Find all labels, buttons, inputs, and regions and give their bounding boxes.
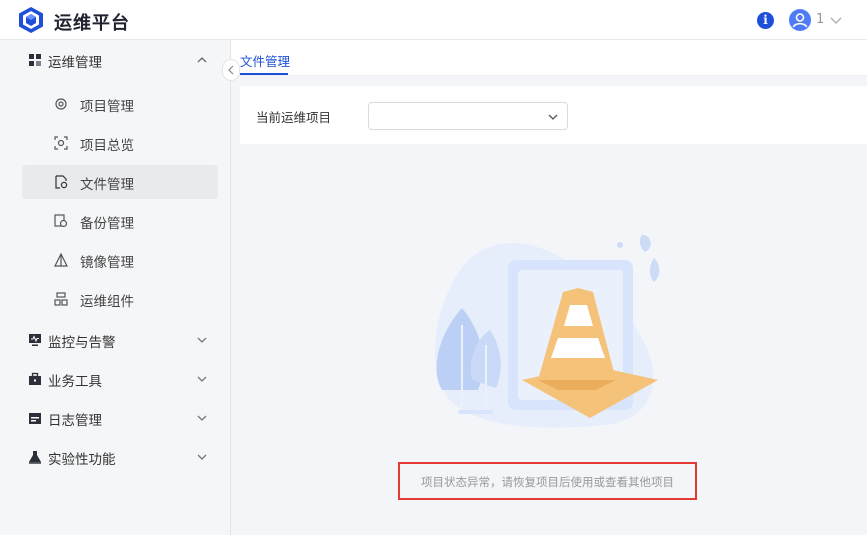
chevron-down-icon: [197, 415, 207, 421]
sidebar-group-label: 运维管理: [48, 55, 102, 71]
chevron-down-icon: [197, 337, 207, 343]
sidebar-item-label: 运维组件: [80, 294, 134, 310]
empty-state-message-box: 项目状态异常，请恢复项目后使用或查看其他项目: [398, 462, 697, 500]
chevron-down-icon: [197, 454, 207, 460]
sidebar-collapse-button[interactable]: [222, 59, 240, 81]
chevron-down-icon: [548, 114, 558, 120]
chevron-left-icon: [228, 65, 234, 75]
scan-icon: [54, 136, 68, 150]
calendar-icon: [29, 413, 41, 424]
chevron-down-icon: [197, 376, 207, 382]
sidebar-item-project-management[interactable]: 项目管理: [22, 87, 218, 121]
sidebar-group-business-tools[interactable]: 业务工具: [22, 362, 218, 396]
sidebar-item-label: 项目总览: [80, 138, 134, 154]
sidebar-item-ops-components[interactable]: 运维组件: [22, 282, 218, 316]
sidebar-group-experimental[interactable]: 实验性功能: [22, 440, 218, 474]
monitor-icon: [29, 334, 41, 346]
chevron-down-icon[interactable]: [829, 13, 843, 27]
project-select[interactable]: [368, 102, 568, 130]
sidebar-group-ops[interactable]: 运维管理: [22, 43, 218, 77]
gear-icon: [55, 98, 67, 110]
sidebar-item-label: 备份管理: [80, 216, 134, 232]
sidebar-group-monitoring[interactable]: 监控与告警: [22, 323, 218, 357]
active-tab-indicator: [240, 73, 288, 75]
sidebar-item-label: 文件管理: [80, 177, 134, 193]
sidebar-item-label: 项目管理: [80, 99, 134, 115]
empty-state-message: 项目状态异常，请恢复项目后使用或查看其他项目: [421, 475, 674, 489]
sidebar-group-label: 监控与告警: [48, 335, 116, 351]
sidebar-group-label: 实验性功能: [48, 452, 116, 468]
sidebar-item-label: 镜像管理: [80, 255, 134, 271]
grid-icon: [29, 54, 41, 66]
image-icon: [54, 253, 68, 267]
folder-gear-icon: [55, 175, 68, 189]
component-icon: [54, 292, 68, 306]
logo-cube-icon: [19, 7, 43, 33]
flask-icon: [29, 451, 41, 464]
top-header: 运维平台 i 1: [0, 0, 867, 40]
user-avatar[interactable]: [789, 9, 811, 31]
sidebar-group-log-management[interactable]: 日志管理: [22, 401, 218, 435]
chevron-up-icon: [197, 57, 207, 63]
app-title: 运维平台: [54, 13, 130, 34]
user-icon: [792, 13, 808, 28]
empty-state-illustration: [435, 235, 660, 428]
sidebar: 运维管理 项目管理 项目总览 文件管理 备份管理 镜像管理 运维组件 监控与告警…: [0, 40, 231, 535]
sidebar-group-label: 日志管理: [48, 413, 102, 429]
user-name[interactable]: 1: [816, 12, 824, 27]
project-select-label: 当前运维项目: [256, 110, 332, 125]
sidebar-item-backup-management[interactable]: 备份管理: [22, 204, 218, 238]
backup-icon: [54, 214, 68, 228]
info-icon[interactable]: i: [757, 12, 774, 29]
sidebar-item-image-management[interactable]: 镜像管理: [22, 243, 218, 277]
tab-bar: 文件管理: [231, 40, 867, 76]
sidebar-item-file-management[interactable]: 文件管理: [22, 165, 218, 199]
sidebar-group-label: 业务工具: [48, 374, 102, 390]
sidebar-item-project-overview[interactable]: 项目总览: [22, 126, 218, 160]
filter-panel: 当前运维项目: [240, 86, 867, 144]
toolbox-icon: [29, 372, 41, 385]
tab-file-management[interactable]: 文件管理: [240, 51, 290, 70]
